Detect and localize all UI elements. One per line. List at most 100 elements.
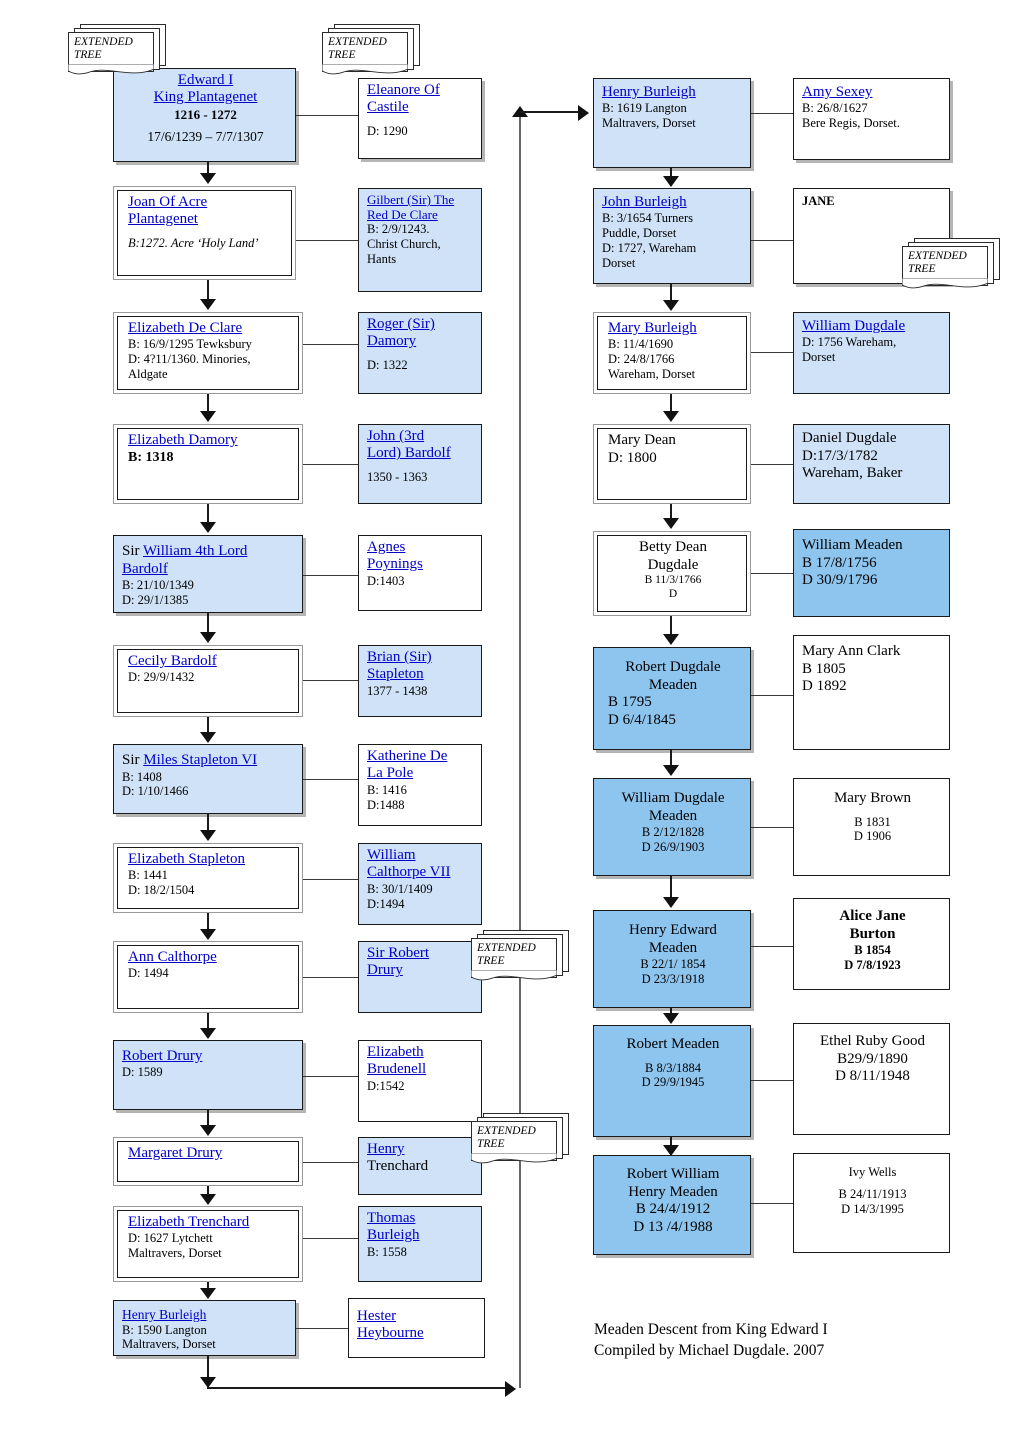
descent-arrow-icon bbox=[663, 634, 679, 645]
descent-arrow-icon bbox=[663, 518, 679, 529]
return-connector-line bbox=[207, 1387, 507, 1389]
person-name: Henry bbox=[367, 1141, 405, 1157]
person-detail: B 24/11/1913 bbox=[838, 1186, 907, 1201]
spouse-box-eleanore-of-castile[interactable]: Eleanore Of Castile D: 1290 bbox=[358, 78, 482, 159]
person-box-cecily-bardolf[interactable]: Cecily Bardolf D: 29/9/1432 bbox=[113, 645, 303, 717]
spouse-box-ivy-wells[interactable]: Ivy Wells B 24/11/1913 D 14/3/1995 bbox=[793, 1153, 950, 1253]
person-name: Robert bbox=[388, 945, 430, 961]
marriage-line bbox=[303, 779, 358, 780]
marriage-line bbox=[751, 464, 793, 465]
descent-arrow-icon bbox=[663, 176, 679, 187]
spouse-box-william-calthorpe-vii[interactable]: William Calthorpe VII B: 30/1/1409 D:149… bbox=[358, 843, 482, 925]
person-box-margaret-drury[interactable]: Margaret Drury bbox=[113, 1137, 303, 1186]
person-box-robert-william-henry-meaden[interactable]: Robert William Henry Meaden B 24/4/1912 … bbox=[593, 1155, 751, 1255]
marriage-line bbox=[303, 680, 358, 681]
person-name: William bbox=[367, 847, 416, 863]
person-name: Katherine De bbox=[367, 748, 448, 764]
extended-tree-note-edward[interactable]: EXTENDED TREE bbox=[68, 24, 166, 75]
person-detail: 1350 - 1363 bbox=[367, 469, 428, 484]
note-curl-icon bbox=[322, 64, 408, 75]
marriage-line bbox=[303, 1162, 358, 1163]
descent-arrow-icon bbox=[200, 1028, 216, 1039]
descent-arrow-icon bbox=[200, 522, 216, 533]
person-name: Elizabeth bbox=[367, 1044, 424, 1060]
person-detail: B: 1590 Langton bbox=[122, 1322, 207, 1337]
extended-tree-note-jane[interactable]: EXTENDED TREE bbox=[902, 238, 1000, 289]
marriage-line bbox=[303, 879, 358, 880]
extended-tree-note-henry-trenchard[interactable]: EXTENDED TREE bbox=[471, 1113, 569, 1164]
extended-tree-note-robert-drury[interactable]: EXTENDED TREE bbox=[471, 930, 569, 981]
spouse-box-roger-damory[interactable]: Roger (Sir) Damory D: 1322 bbox=[358, 312, 482, 394]
person-box-robert-meaden[interactable]: Robert Meaden B 8/3/1884 D 29/9/1945 bbox=[593, 1025, 751, 1137]
spouse-box-sir-robert-drury[interactable]: Sir Robert Drury bbox=[358, 941, 482, 1013]
person-detail: D: 1800 bbox=[608, 449, 657, 466]
person-name-line2: Burton bbox=[849, 925, 896, 942]
person-name: Robert Drury bbox=[122, 1048, 203, 1064]
person-detail-2: Christ Church, bbox=[367, 236, 441, 251]
person-box-john-burleigh[interactable]: John Burleigh B: 3/1654 Turners Puddle, … bbox=[593, 188, 751, 284]
descent-arrow-icon bbox=[200, 173, 216, 184]
person-name: Elizabeth De Clare bbox=[128, 320, 243, 336]
person-box-henry-burleigh-left[interactable]: Henry Burleigh B: 1590 Langton Maltraver… bbox=[113, 1300, 296, 1356]
marriage-line bbox=[303, 1076, 358, 1077]
person-name: Miles Stapleton VI bbox=[143, 752, 258, 768]
person-detail-3: D: 1727, Wareham bbox=[602, 240, 697, 255]
spouse-box-thomas-burleigh[interactable]: Thomas Burleigh B: 1558 bbox=[358, 1206, 482, 1282]
spouse-box-daniel-dugdale[interactable]: Daniel Dugdale D:17/3/1782 Wareham, Bake… bbox=[793, 424, 950, 504]
person-name-line2: Meaden bbox=[648, 807, 698, 824]
person-prefix: Sir bbox=[367, 945, 389, 961]
descent-arrow-icon bbox=[200, 1194, 216, 1205]
person-box-miles-stapleton-vi[interactable]: Sir Miles Stapleton VI B: 1408 D: 1/10/1… bbox=[113, 744, 303, 814]
descent-arrow-icon bbox=[663, 1145, 679, 1156]
person-detail: B 22/1/ 1854 bbox=[640, 957, 706, 972]
person-detail: B 1854 bbox=[854, 943, 891, 958]
spouse-box-amy-sexey[interactable]: Amy Sexey B: 26/8/1627 Bere Regis, Dorse… bbox=[793, 78, 950, 160]
person-box-mary-dean[interactable]: Mary Dean D: 1800 bbox=[593, 424, 751, 504]
person-box-betty-dean-dugdale[interactable]: Betty Dean Dugdale B 11/3/1766 D bbox=[593, 531, 751, 616]
person-name: Mary Dean bbox=[608, 432, 676, 448]
person-box-henry-edward-meaden[interactable]: Henry Edward Meaden B 22/1/ 1854 D 23/3/… bbox=[593, 910, 751, 1008]
spouse-box-elizabeth-brudenell[interactable]: Elizabeth Brudenell D:1542 bbox=[358, 1040, 482, 1122]
person-box-edward-i[interactable]: Edward I King Plantagenet 1216 - 1272 17… bbox=[113, 68, 296, 162]
person-name: Elizabeth Trenchard bbox=[128, 1214, 250, 1230]
spouse-box-mary-brown[interactable]: Mary Brown B 1831 D 1906 bbox=[793, 778, 950, 876]
person-detail-2: D:1488 bbox=[367, 797, 405, 812]
spouse-box-alice-jane-burton[interactable]: Alice Jane Burton B 1854 D 7/8/1923 bbox=[793, 898, 950, 990]
spouse-box-hester-heybourne[interactable]: Hester Heybourne bbox=[348, 1298, 485, 1358]
marriage-line bbox=[303, 1238, 358, 1239]
person-box-elizabeth-de-clare[interactable]: Elizabeth De Clare B: 16/9/1295 Tewksbur… bbox=[113, 312, 303, 394]
spouse-box-henry-trenchard[interactable]: Henry Trenchard bbox=[358, 1137, 482, 1195]
spouse-box-brian-stapleton[interactable]: Brian (Sir) Stapleton 1377 - 1438 bbox=[358, 645, 482, 717]
person-detail: B: 1441 bbox=[128, 868, 168, 883]
spouse-box-katherine-de-la-pole[interactable]: Katherine De La Pole B: 1416 D:1488 bbox=[358, 744, 482, 826]
person-detail: B:1272. Acre ‘Holy Land’ bbox=[128, 235, 259, 250]
person-box-william-4th-lord-bardolf[interactable]: Sir William 4th Lord Bardolf B: 21/10/13… bbox=[113, 535, 303, 613]
chart-caption: Meaden Descent from King Edward I Compil… bbox=[594, 1320, 924, 1362]
person-box-mary-burleigh[interactable]: Mary Burleigh B: 11/4/1690 D: 24/8/1766 … bbox=[593, 312, 751, 394]
person-box-elizabeth-trenchard[interactable]: Elizabeth Trenchard D: 1627 Lytchett Mal… bbox=[113, 1206, 303, 1282]
person-detail-2: D: 29/1/1385 bbox=[122, 592, 189, 607]
spouse-box-john-3rd-lord-bardolf[interactable]: John (3rd Lord) Bardolf 1350 - 1363 bbox=[358, 424, 482, 504]
person-detail: D:17/3/1782 bbox=[802, 447, 878, 464]
person-box-robert-drury[interactable]: Robert Drury D: 1589 bbox=[113, 1040, 303, 1110]
person-box-elizabeth-stapleton[interactable]: Elizabeth Stapleton B: 1441 D: 18/2/1504 bbox=[113, 843, 303, 913]
person-box-ann-calthorpe[interactable]: Ann Calthorpe D: 1494 bbox=[113, 941, 303, 1013]
person-box-henry-burleigh-right[interactable]: Henry Burleigh B: 1619 Langton Maltraver… bbox=[593, 78, 751, 168]
spouse-box-mary-ann-clark[interactable]: Mary Ann Clark B 1805 D 1892 bbox=[793, 635, 950, 750]
marriage-line bbox=[303, 977, 358, 978]
person-detail-2: D 14/3/1995 bbox=[841, 1201, 904, 1216]
spouse-box-william-dugdale[interactable]: William Dugdale D: 1756 Wareham, Dorset bbox=[793, 312, 950, 394]
extended-tree-note-eleanore[interactable]: EXTENDED TREE bbox=[322, 24, 420, 75]
spouse-box-gilbert-de-clare[interactable]: Gilbert (Sir) The Red De Clare B: 2/9/12… bbox=[358, 188, 482, 292]
caption-line-1: Meaden Descent from King Edward I bbox=[594, 1321, 828, 1338]
spouse-box-william-meaden[interactable]: William Meaden B 17/8/1756 D 30/9/1796 bbox=[793, 529, 950, 617]
person-detail-2: Maltravers, Dorset bbox=[602, 116, 696, 131]
person-name: Henry Edward bbox=[629, 922, 717, 938]
person-box-joan-of-acre[interactable]: Joan Of Acre Plantagenet B:1272. Acre ‘H… bbox=[113, 186, 296, 280]
spouse-box-agnes-poynings[interactable]: Agnes Poynings D:1403 bbox=[358, 535, 482, 611]
person-box-william-dugdale-meaden[interactable]: William Dugdale Meaden B 2/12/1828 D 26/… bbox=[593, 778, 751, 876]
person-box-elizabeth-damory[interactable]: Elizabeth Damory B: 1318 bbox=[113, 424, 303, 504]
person-detail: B 1805 bbox=[802, 660, 846, 677]
person-box-robert-dugdale-meaden[interactable]: Robert Dugdale Meaden B 1795 D 6/4/1845 bbox=[593, 647, 751, 750]
spouse-box-ethel-ruby-good[interactable]: Ethel Ruby Good B29/9/1890 D 8/11/1948 bbox=[793, 1023, 950, 1135]
